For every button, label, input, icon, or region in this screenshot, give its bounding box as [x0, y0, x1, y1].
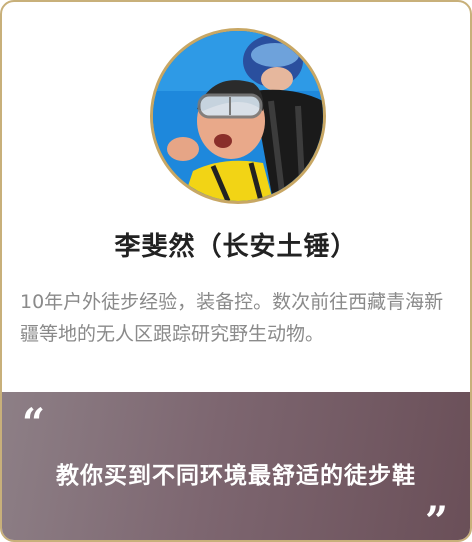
avatar — [150, 28, 326, 204]
author-name: 李斐然（长安土锤） — [114, 232, 358, 262]
quote-close-icon: ” — [424, 498, 448, 542]
author-bio: 10年户外徒步经验，装备控。数次前往西藏青海新疆等地的无人区跟踪研究野生动物。 — [20, 291, 444, 345]
quote-banner: “ 教你买到不同环境最舒适的徒步鞋 ” — [2, 392, 470, 542]
avatar-photo — [153, 31, 323, 201]
quote-open-icon: “ — [22, 400, 46, 447]
quote-text: 教你买到不同环境最舒适的徒步鞋 — [56, 463, 416, 489]
author-card: 李斐然（长安土锤） 10年户外徒步经验，装备控。数次前往西藏青海新疆等地的无人区… — [0, 0, 472, 542]
